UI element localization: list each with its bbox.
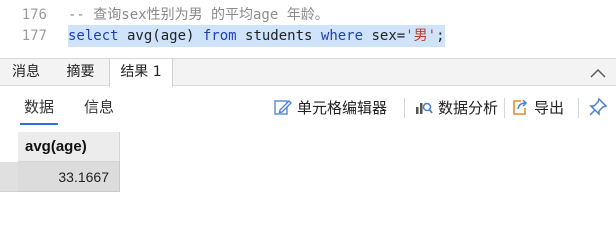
selected-sql-statement[interactable]: select avg(age) from students where sex=… bbox=[68, 25, 445, 47]
tab-summary[interactable]: 摘要 bbox=[52, 59, 109, 86]
sql-condition: sex= bbox=[363, 28, 406, 44]
sql-terminator: ; bbox=[436, 28, 445, 44]
result-toolbar: 数据 信息 单元格编辑器 数据分析 导出 bbox=[0, 87, 616, 129]
cell-editor-button[interactable]: 单元格编辑器 bbox=[273, 87, 387, 127]
toolbar-divider bbox=[578, 98, 579, 118]
tab-result-1[interactable]: 结果 1 bbox=[109, 59, 173, 87]
tab-data[interactable]: 数据 bbox=[19, 87, 59, 127]
result-grid: avg(age) 33.1667 bbox=[0, 132, 616, 209]
edit-pencil-icon bbox=[274, 100, 292, 115]
pin-icon bbox=[589, 97, 608, 116]
toolbar-divider bbox=[504, 98, 505, 118]
cell-editor-label: 单元格编辑器 bbox=[297, 98, 388, 117]
sql-string-literal: '男' bbox=[405, 28, 437, 44]
grid-corner bbox=[0, 132, 18, 162]
toolbar-divider bbox=[404, 98, 405, 118]
sql-table-name: students bbox=[236, 28, 321, 44]
sql-editor[interactable]: 176 -- 查询sex性别为男 的平均age 年龄。 177 select a… bbox=[0, 0, 616, 56]
sql-function: avg(age) bbox=[118, 28, 203, 44]
pin-button[interactable] bbox=[588, 87, 612, 127]
export-button[interactable]: 导出 bbox=[510, 87, 564, 127]
tab-messages[interactable]: 消息 bbox=[0, 59, 52, 86]
line-number: 177 bbox=[21, 28, 47, 44]
export-label: 导出 bbox=[534, 98, 565, 117]
code-line[interactable]: 176 -- 查询sex性别为男 的平均age 年龄。 bbox=[0, 4, 616, 26]
grid-cell[interactable]: 33.1667 bbox=[18, 162, 120, 192]
data-analysis-button[interactable]: 数据分析 bbox=[414, 87, 498, 127]
sql-comment: -- 查询sex性别为男 的平均age 年龄。 bbox=[68, 7, 329, 23]
row-selector[interactable] bbox=[0, 162, 18, 192]
export-icon bbox=[513, 99, 528, 115]
code-line[interactable]: 177 select avg(age) from students where … bbox=[0, 25, 616, 47]
collapse-chevron-up-icon bbox=[590, 68, 606, 77]
sql-keyword-select: select bbox=[68, 28, 119, 44]
bottom-tab-bar: 消息 摘要 结果 1 bbox=[0, 58, 616, 87]
sql-keyword-where: where bbox=[320, 28, 364, 44]
line-number: 176 bbox=[21, 7, 47, 23]
data-analysis-icon bbox=[416, 102, 433, 114]
data-analysis-label: 数据分析 bbox=[438, 98, 499, 117]
sql-keyword-from: from bbox=[202, 28, 237, 44]
collapse-panel-button[interactable] bbox=[580, 59, 616, 86]
column-header[interactable]: avg(age) bbox=[18, 132, 120, 162]
tab-info[interactable]: 信息 bbox=[84, 87, 114, 127]
